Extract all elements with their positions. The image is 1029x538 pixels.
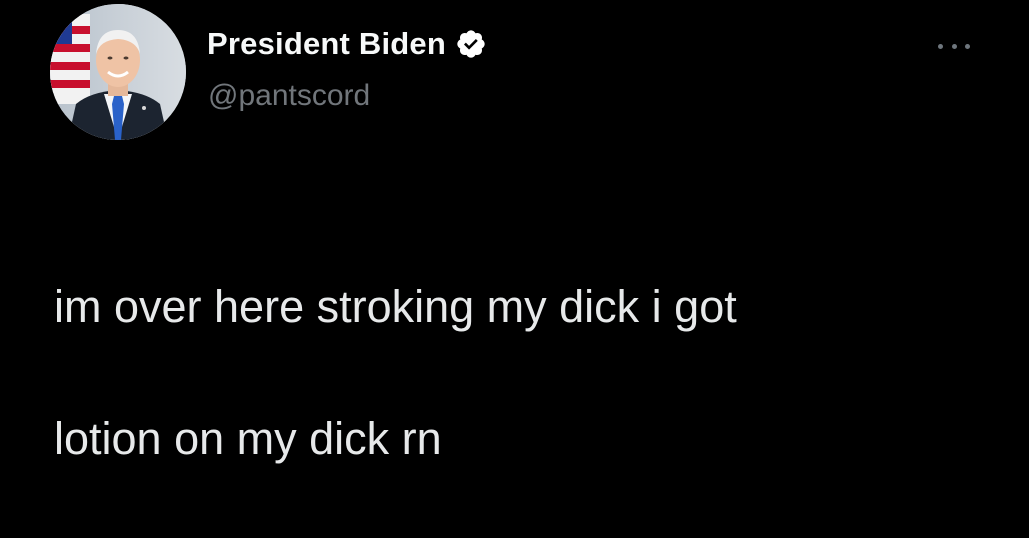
tweet-text-line: lotion on my dick rn [54, 413, 442, 464]
verified-badge-icon[interactable] [455, 28, 487, 60]
more-dot [951, 43, 957, 49]
user-handle[interactable]: @pantscord [208, 79, 370, 113]
display-name[interactable]: President Biden [207, 26, 446, 62]
more-dot [938, 43, 943, 49]
avatar[interactable] [50, 4, 186, 140]
tweet-text: im over here stroking my dick i got loti… [54, 208, 994, 538]
more-options-icon[interactable] [938, 38, 970, 54]
avatar-photo [50, 4, 186, 140]
tweet-card: President Biden @pantscord im over here … [0, 0, 1029, 464]
display-name-row: President Biden [207, 26, 487, 62]
more-dot [965, 43, 970, 49]
tweet-text-line: im over here stroking my dick i got [54, 281, 737, 332]
